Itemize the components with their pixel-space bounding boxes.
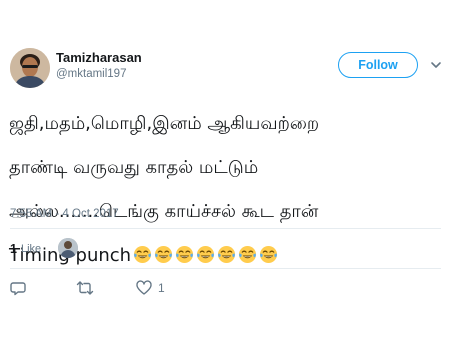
chevron-down-icon[interactable] <box>429 58 443 72</box>
tears-of-joy-emoji-icon <box>176 245 194 264</box>
tears-of-joy-emoji-icon <box>260 245 278 264</box>
likes-label: Like <box>20 243 42 255</box>
author-photo <box>10 48 50 88</box>
emoji-row <box>133 245 278 264</box>
heart-icon[interactable] <box>136 280 152 296</box>
tweet-timestamp[interactable]: 7:55 AM - 4 Oct 2017 <box>10 208 119 220</box>
author-display-name[interactable]: Tamizharasan <box>56 50 142 65</box>
divider <box>10 268 441 269</box>
reply-action[interactable] <box>10 280 32 296</box>
tears-of-joy-emoji-icon <box>155 245 173 264</box>
like-action[interactable]: 1 <box>136 280 165 296</box>
tears-of-joy-emoji-icon <box>197 245 215 264</box>
tears-of-joy-emoji-icon <box>239 245 257 264</box>
tears-of-joy-emoji-icon <box>218 245 236 264</box>
likes-count: 1 <box>10 242 17 256</box>
author-avatar[interactable] <box>10 48 50 88</box>
tweet-text: ஜதி,மதம்,மொழி,இனம் ஆகியவற்றை தாண்டி வருவ… <box>9 91 441 289</box>
author-handle[interactable]: @mktamil197 <box>56 68 126 80</box>
retweet-action[interactable] <box>76 280 100 296</box>
tears-of-joy-emoji-icon <box>134 245 152 264</box>
retweet-icon[interactable] <box>76 280 94 296</box>
like-count: 1 <box>158 281 165 295</box>
tweet-line: தாண்டி வருவது காதல் மட்டும் <box>9 157 259 178</box>
divider <box>10 228 441 229</box>
reply-icon[interactable] <box>10 280 26 296</box>
tweet-line: ஜதி,மதம்,மொழி,இனம் ஆகியவற்றை <box>9 113 320 134</box>
liker-avatar[interactable] <box>58 238 78 258</box>
follow-button[interactable]: Follow <box>338 52 418 78</box>
likes-summary[interactable]: 1 Like <box>10 238 41 260</box>
